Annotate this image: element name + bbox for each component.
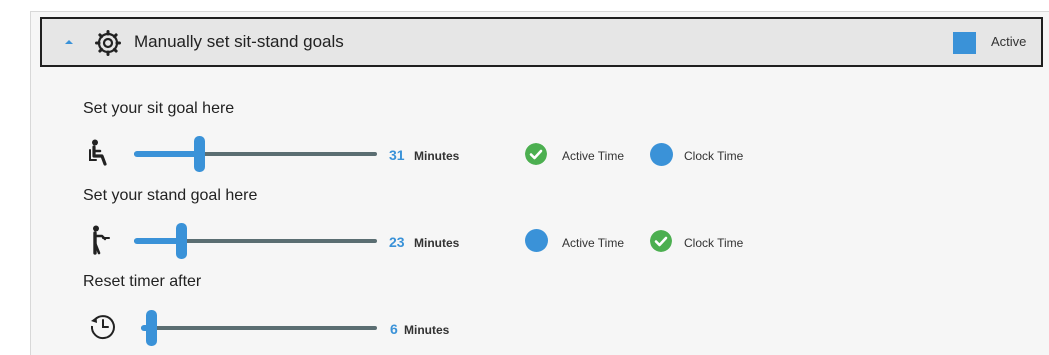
stand-goal-slider-thumb[interactable]	[176, 223, 187, 259]
stand-goal-title: Set your stand goal here	[83, 187, 258, 204]
section-title: Manually set sit-stand goals	[134, 32, 344, 51]
timer-reset-icon	[90, 315, 115, 340]
stand-active-time-radio[interactable]	[525, 229, 548, 252]
sit-goal-title: Set your sit goal here	[83, 100, 235, 117]
reset-timer-value: 6	[390, 321, 398, 337]
sitting-person-icon	[89, 139, 107, 166]
stand-goal-slider[interactable]	[134, 223, 377, 259]
stand-clock-time-label[interactable]: Clock Time	[684, 236, 743, 250]
stand-goal-unit: Minutes	[414, 236, 460, 250]
standing-person-icon	[93, 225, 110, 255]
goals-panel: Manually set sit-stand goals Active Set …	[30, 11, 1049, 355]
reset-timer-title: Reset timer after	[83, 273, 202, 290]
stand-goal-value: 23	[389, 234, 405, 250]
reset-timer-slider[interactable]	[141, 310, 377, 346]
reset-timer-slider-thumb[interactable]	[146, 310, 157, 346]
active-status-label: Active	[991, 34, 1027, 49]
caret-up-icon[interactable]	[63, 36, 75, 48]
sit-goal-value: 31	[389, 147, 405, 163]
gear-icon	[95, 30, 121, 56]
sit-goal-slider[interactable]	[134, 136, 377, 172]
active-toggle[interactable]	[953, 32, 976, 54]
stand-active-time-label[interactable]: Active Time	[562, 236, 624, 250]
section-header[interactable]: Manually set sit-stand goals Active	[40, 17, 1043, 67]
sit-goal-slider-fill	[134, 151, 200, 157]
sit-active-time-label[interactable]: Active Time	[562, 149, 624, 163]
sit-clock-time-label[interactable]: Clock Time	[684, 149, 743, 163]
reset-timer-unit: Minutes	[404, 323, 450, 337]
sit-clock-time-radio[interactable]	[650, 143, 673, 166]
sit-goal-slider-thumb[interactable]	[194, 136, 205, 172]
stand-goal-slider-fill	[134, 238, 182, 244]
stand-clock-time-check-icon[interactable]	[650, 230, 672, 252]
sit-active-time-check-icon[interactable]	[525, 143, 547, 165]
sit-goal-unit: Minutes	[414, 149, 460, 163]
